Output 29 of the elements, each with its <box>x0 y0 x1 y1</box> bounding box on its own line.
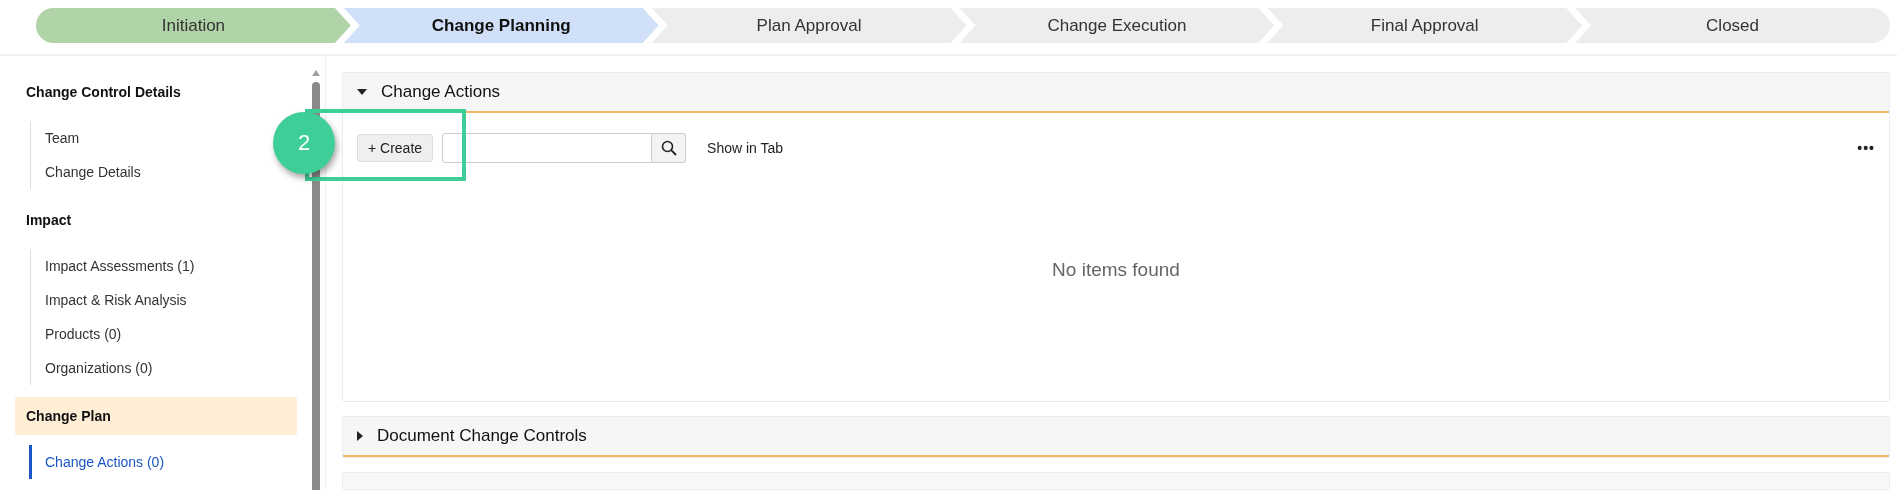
sidebar-item[interactable]: Change Actions (0) <box>29 445 165 479</box>
sidebar-item[interactable]: Change Details <box>31 155 141 189</box>
caret-right-icon <box>357 431 363 441</box>
sidebar-item[interactable]: Impact Assessments (1) <box>31 249 195 283</box>
sidebar-section[interactable]: Impact <box>15 201 297 239</box>
step-badge: 2 <box>273 112 335 174</box>
search-field[interactable] <box>442 133 653 163</box>
sidebar-section[interactable]: Change Control Details <box>15 73 297 111</box>
empty-message: No items found <box>1052 259 1180 281</box>
stage-step[interactable]: Final Approval <box>1267 8 1583 43</box>
stage-step[interactable]: Closed <box>1575 8 1890 43</box>
stage-step[interactable]: Change Planning <box>343 8 659 43</box>
create-button[interactable]: + Create <box>357 134 434 162</box>
stage-step[interactable]: Plan Approval <box>651 8 967 43</box>
section-header[interactable]: Change Actions <box>343 73 1889 113</box>
sidebar-section[interactable]: Change Plan <box>15 397 297 435</box>
sidebar-item[interactable]: Products (0) <box>31 317 122 351</box>
show-in-tab-link[interactable]: Show in Tab <box>707 140 784 156</box>
search-icon <box>660 140 677 156</box>
stage-step[interactable]: Initiation <box>36 8 351 43</box>
caret-down-icon <box>357 89 367 95</box>
sidebar-item[interactable]: Impact & Risk Analysis <box>31 283 187 317</box>
search-button[interactable] <box>652 133 687 163</box>
sidebar-item[interactable]: Organizations (0) <box>31 351 153 385</box>
scroll-up-icon[interactable] <box>312 70 320 76</box>
more-button[interactable]: ••• <box>1857 140 1875 156</box>
section-header[interactable]: Document Change Controls <box>343 417 1889 457</box>
sidebar-item[interactable]: Team <box>31 121 80 155</box>
stage-step[interactable]: Change Execution <box>959 8 1275 43</box>
